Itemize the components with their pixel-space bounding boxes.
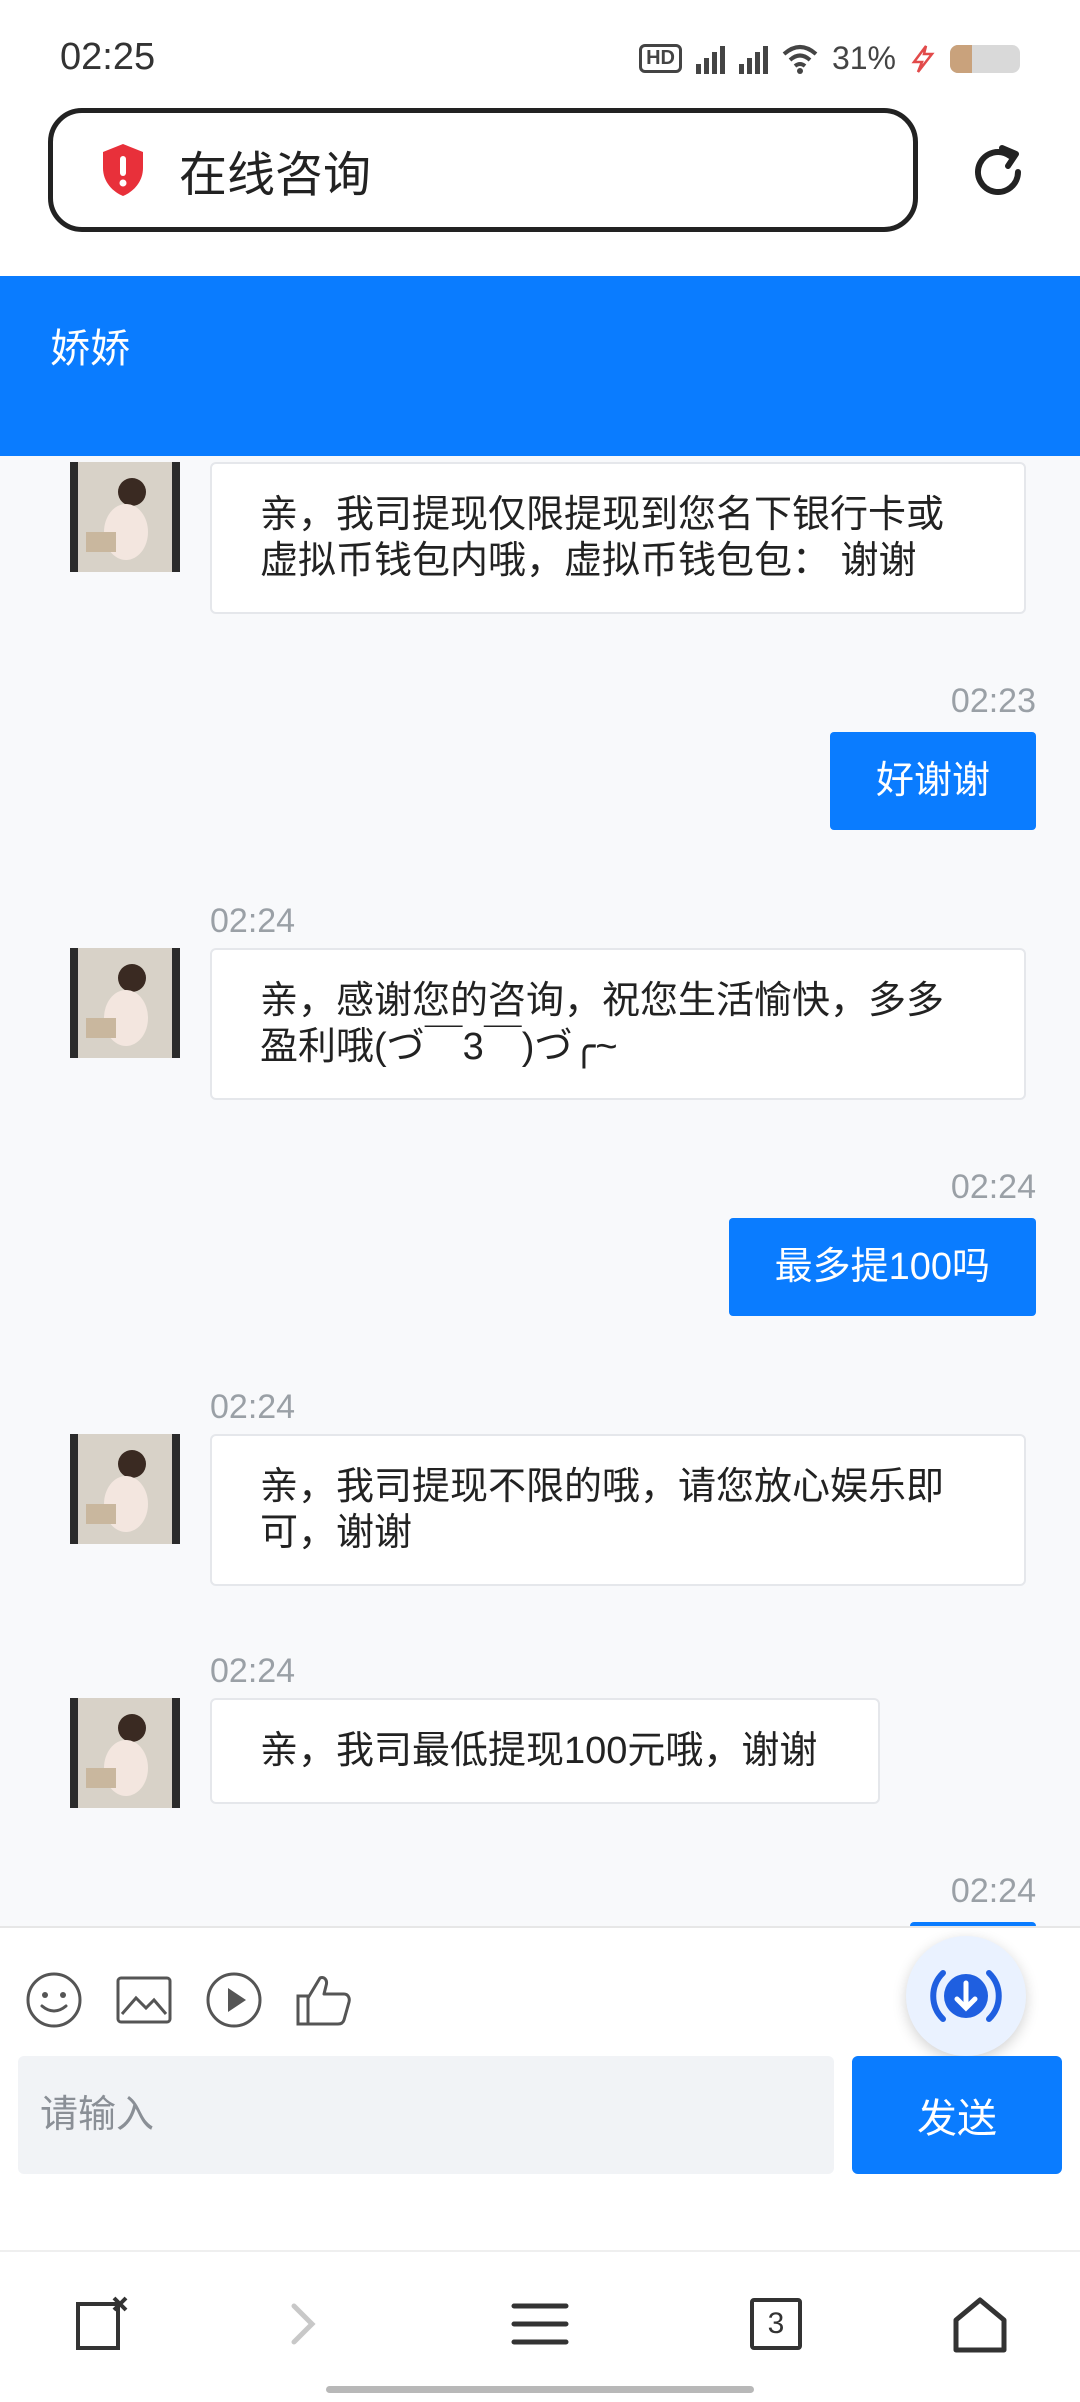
- agent-name: 娇娇: [50, 327, 130, 371]
- forward-icon[interactable]: [272, 2292, 336, 2356]
- message-timestamp: 02:24: [950, 1168, 1036, 1206]
- refresh-icon[interactable]: [966, 140, 1030, 204]
- page-title: 在线咨询: [179, 149, 372, 202]
- message-list[interactable]: 亲，我司提现仅限提现到您名下银行卡或虚拟币钱包内哦，虚拟币钱包包： 谢谢 02:…: [0, 456, 1080, 1926]
- message-bubble-agent: 亲，感谢您的咨询，祝您生活愉快，多多盈利哦(づ￣3￣)づ╭~: [210, 948, 1026, 1100]
- charging-icon: [911, 44, 935, 73]
- message-bubble-agent: 亲，我司最低提现100元哦，谢谢: [210, 1698, 880, 1804]
- hd-voice-icon: HD: [639, 44, 682, 73]
- tabs-button[interactable]: 3: [744, 2292, 808, 2356]
- message-timestamp: 02:24: [950, 1872, 1036, 1910]
- browser-bottom-nav: 3: [0, 2250, 1080, 2402]
- address-bar[interactable]: 在线咨询: [48, 108, 918, 232]
- message-timestamp: 02:24: [210, 902, 296, 940]
- status-bar: 02:25 HD 31%: [0, 0, 1080, 100]
- status-icons: HD 31%: [639, 40, 1020, 77]
- signal-5g-icon-2: [738, 44, 768, 74]
- message-bubble-agent: 亲，我司提现不限的哦，请您放心娱乐即可，谢谢: [210, 1434, 1026, 1586]
- agent-avatar: [70, 462, 180, 572]
- signal-5g-icon: [695, 44, 725, 74]
- tabs-count: 3: [750, 2298, 802, 2350]
- battery-icon: [950, 44, 1020, 73]
- message-bubble-agent: 亲，我司提现仅限提现到您名下银行卡或虚拟币钱包内哦，虚拟币钱包包： 谢谢: [210, 462, 1026, 614]
- agent-avatar: [70, 948, 180, 1058]
- message-input[interactable]: [18, 2092, 822, 2138]
- thumbs-up-icon[interactable]: [294, 1970, 354, 2030]
- home-icon[interactable]: [948, 2292, 1012, 2356]
- battery-percent: 31%: [831, 40, 896, 76]
- wifi-icon: [782, 44, 818, 74]
- message-input-box[interactable]: [18, 2056, 834, 2174]
- status-time: 02:25: [60, 36, 156, 78]
- message-timestamp: 02:24: [210, 1388, 296, 1426]
- message-bubble-user: 好谢谢: [829, 732, 1036, 830]
- emoji-icon[interactable]: [24, 1970, 84, 2030]
- agent-avatar: [70, 1698, 180, 1808]
- image-icon[interactable]: [114, 1970, 174, 2030]
- download-icon: [930, 1970, 1002, 2022]
- chat-header: 娇娇: [0, 276, 1080, 456]
- download-float-button[interactable]: [906, 1936, 1026, 2056]
- video-play-icon[interactable]: [204, 1970, 264, 2030]
- home-indicator[interactable]: [326, 2386, 754, 2393]
- agent-avatar: [70, 1434, 180, 1544]
- close-page-icon[interactable]: [70, 2292, 134, 2356]
- menu-icon[interactable]: [508, 2292, 572, 2356]
- shield-warning-icon: [103, 144, 143, 196]
- send-button[interactable]: 发送: [852, 2056, 1062, 2174]
- message-timestamp: 02:23: [950, 682, 1036, 720]
- message-bubble-user: 最多提100吗: [728, 1218, 1036, 1316]
- message-timestamp: 02:24: [210, 1652, 296, 1690]
